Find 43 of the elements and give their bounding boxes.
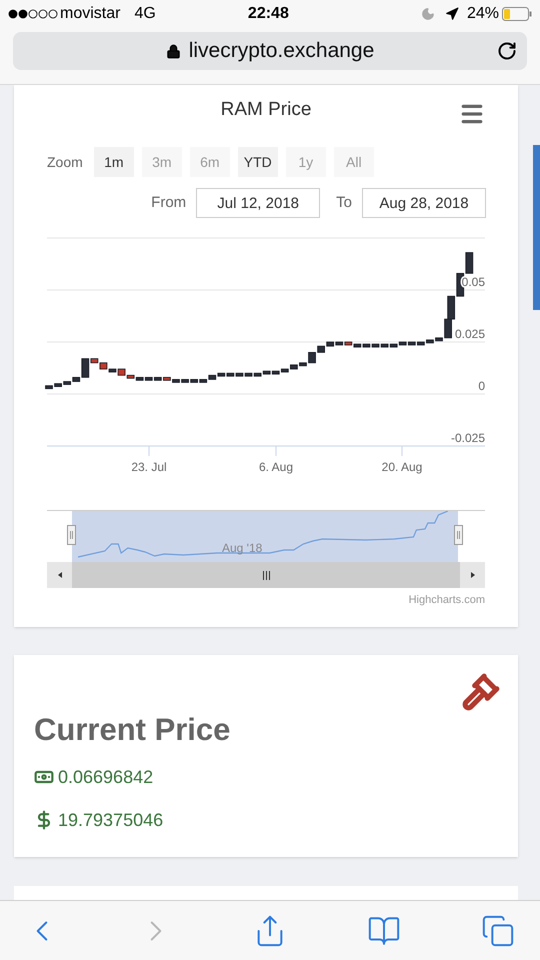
to-label: To bbox=[336, 192, 352, 213]
y-axis-label: 0 bbox=[478, 379, 485, 393]
y-axis-label: -0.025 bbox=[450, 431, 485, 445]
navigator-handle[interactable] bbox=[454, 525, 463, 545]
copy-icon bbox=[481, 914, 515, 948]
signal-strength-icon bbox=[8, 9, 58, 19]
url-text: livecrypto.exchange bbox=[188, 38, 374, 64]
carrier-name: movistar bbox=[60, 4, 120, 24]
x-axis-label: 23. Jul bbox=[131, 460, 167, 474]
scrollbar-thumb[interactable] bbox=[72, 562, 460, 588]
battery-icon bbox=[502, 7, 532, 21]
navigator-handle[interactable] bbox=[67, 525, 76, 545]
from-date-field[interactable]: Jul 12, 2018 bbox=[196, 188, 320, 218]
price-value: 0.06696842 bbox=[58, 766, 154, 788]
zoom-button[interactable]: 1m bbox=[94, 147, 134, 177]
zoom-label: Zoom bbox=[47, 152, 83, 172]
grip-icon bbox=[262, 570, 270, 580]
scroll-right-button[interactable] bbox=[460, 562, 485, 588]
lock-icon bbox=[166, 44, 181, 58]
address-bar[interactable]: livecrypto.exchange bbox=[13, 32, 527, 70]
from-label: From bbox=[151, 192, 186, 213]
x-axis-label: 20. Aug bbox=[382, 460, 422, 474]
x-axis-label: 6. Aug bbox=[258, 460, 294, 474]
network-type: 4G bbox=[134, 4, 156, 24]
tick-mark bbox=[148, 446, 150, 456]
clock-time: 22:48 bbox=[246, 4, 290, 24]
to-date-field[interactable]: Aug 28, 2018 bbox=[362, 188, 486, 218]
price-value: 19.79375046 bbox=[58, 808, 164, 832]
candle bbox=[447, 296, 456, 320]
location-arrow-icon bbox=[444, 7, 459, 21]
price-title: Current Price bbox=[34, 711, 232, 749]
navigator-label: Aug '18 bbox=[222, 540, 262, 557]
chart-title: RAM Price bbox=[220, 98, 312, 122]
zoom-button[interactable]: YTD bbox=[238, 147, 278, 177]
reload-icon[interactable] bbox=[497, 41, 517, 61]
gavel-icon bbox=[462, 673, 500, 711]
candle bbox=[465, 252, 474, 274]
left-triangle-icon bbox=[58, 572, 62, 578]
right-triangle-icon bbox=[470, 572, 474, 578]
battery-percentage: 24% bbox=[466, 4, 499, 24]
scroll-left-button[interactable] bbox=[47, 562, 72, 588]
moon-icon bbox=[420, 7, 435, 21]
y-axis-label: 0.025 bbox=[454, 327, 485, 341]
